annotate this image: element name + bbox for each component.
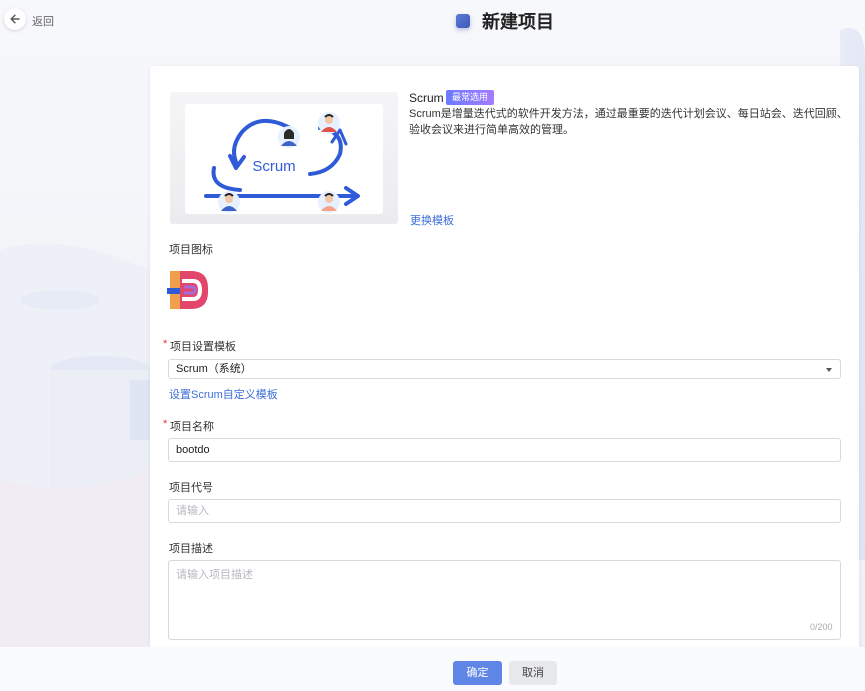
project-logo-icon [167, 271, 208, 309]
thumbnail-label: Scrum [252, 158, 295, 175]
avatar [278, 126, 300, 148]
avatar [318, 191, 340, 213]
project-code-label: 项目代号 [169, 482, 213, 494]
project-name-input[interactable] [168, 438, 841, 462]
page-header: 新建项目 [456, 8, 554, 34]
confirm-button[interactable]: 确定 [453, 661, 502, 685]
page-title: 新建项目 [482, 12, 554, 32]
avatar [218, 191, 240, 213]
template-thumbnail: Scrum [170, 92, 398, 224]
settings-template-select[interactable]: Scrum（系统） [168, 359, 841, 379]
project-desc-textarea[interactable] [168, 560, 841, 640]
project-icon-label: 项目图标 [169, 244, 213, 256]
settings-template-value: Scrum（系统） [176, 363, 252, 375]
cancel-button[interactable]: 取消 [509, 661, 557, 685]
project-logo[interactable] [167, 268, 211, 312]
template-name: Scrum [409, 91, 444, 105]
scrum-illustration: Scrum [185, 104, 383, 214]
back-button[interactable] [4, 8, 26, 30]
template-description: Scrum是增量迭代式的软件开发方法，通过最重要的迭代计划会议、每日站会、迭代回… [409, 108, 848, 136]
arrow-left-icon [10, 14, 20, 24]
avatar [318, 112, 340, 134]
settings-template-label: 项目设置模板 [163, 338, 236, 354]
project-icon [456, 14, 470, 28]
back-label[interactable]: 返回 [32, 13, 54, 29]
template-badge: 最常选用 [446, 90, 495, 105]
caret-down-icon [826, 368, 832, 372]
new-project-form: Scrum Scrum 最常选用 Scrum是增量迭代式的软件开发方法，通过最重… [150, 66, 859, 656]
change-template-link[interactable]: 更换模板 [410, 212, 454, 228]
project-code-input[interactable] [168, 499, 841, 523]
project-name-label: 项目名称 [163, 418, 214, 434]
custom-template-link[interactable]: 设置Scrum自定义模板 [169, 386, 278, 402]
project-desc-label: 项目描述 [169, 543, 213, 555]
footer-bar [0, 647, 865, 691]
char-counter: 0/200 [810, 622, 833, 632]
